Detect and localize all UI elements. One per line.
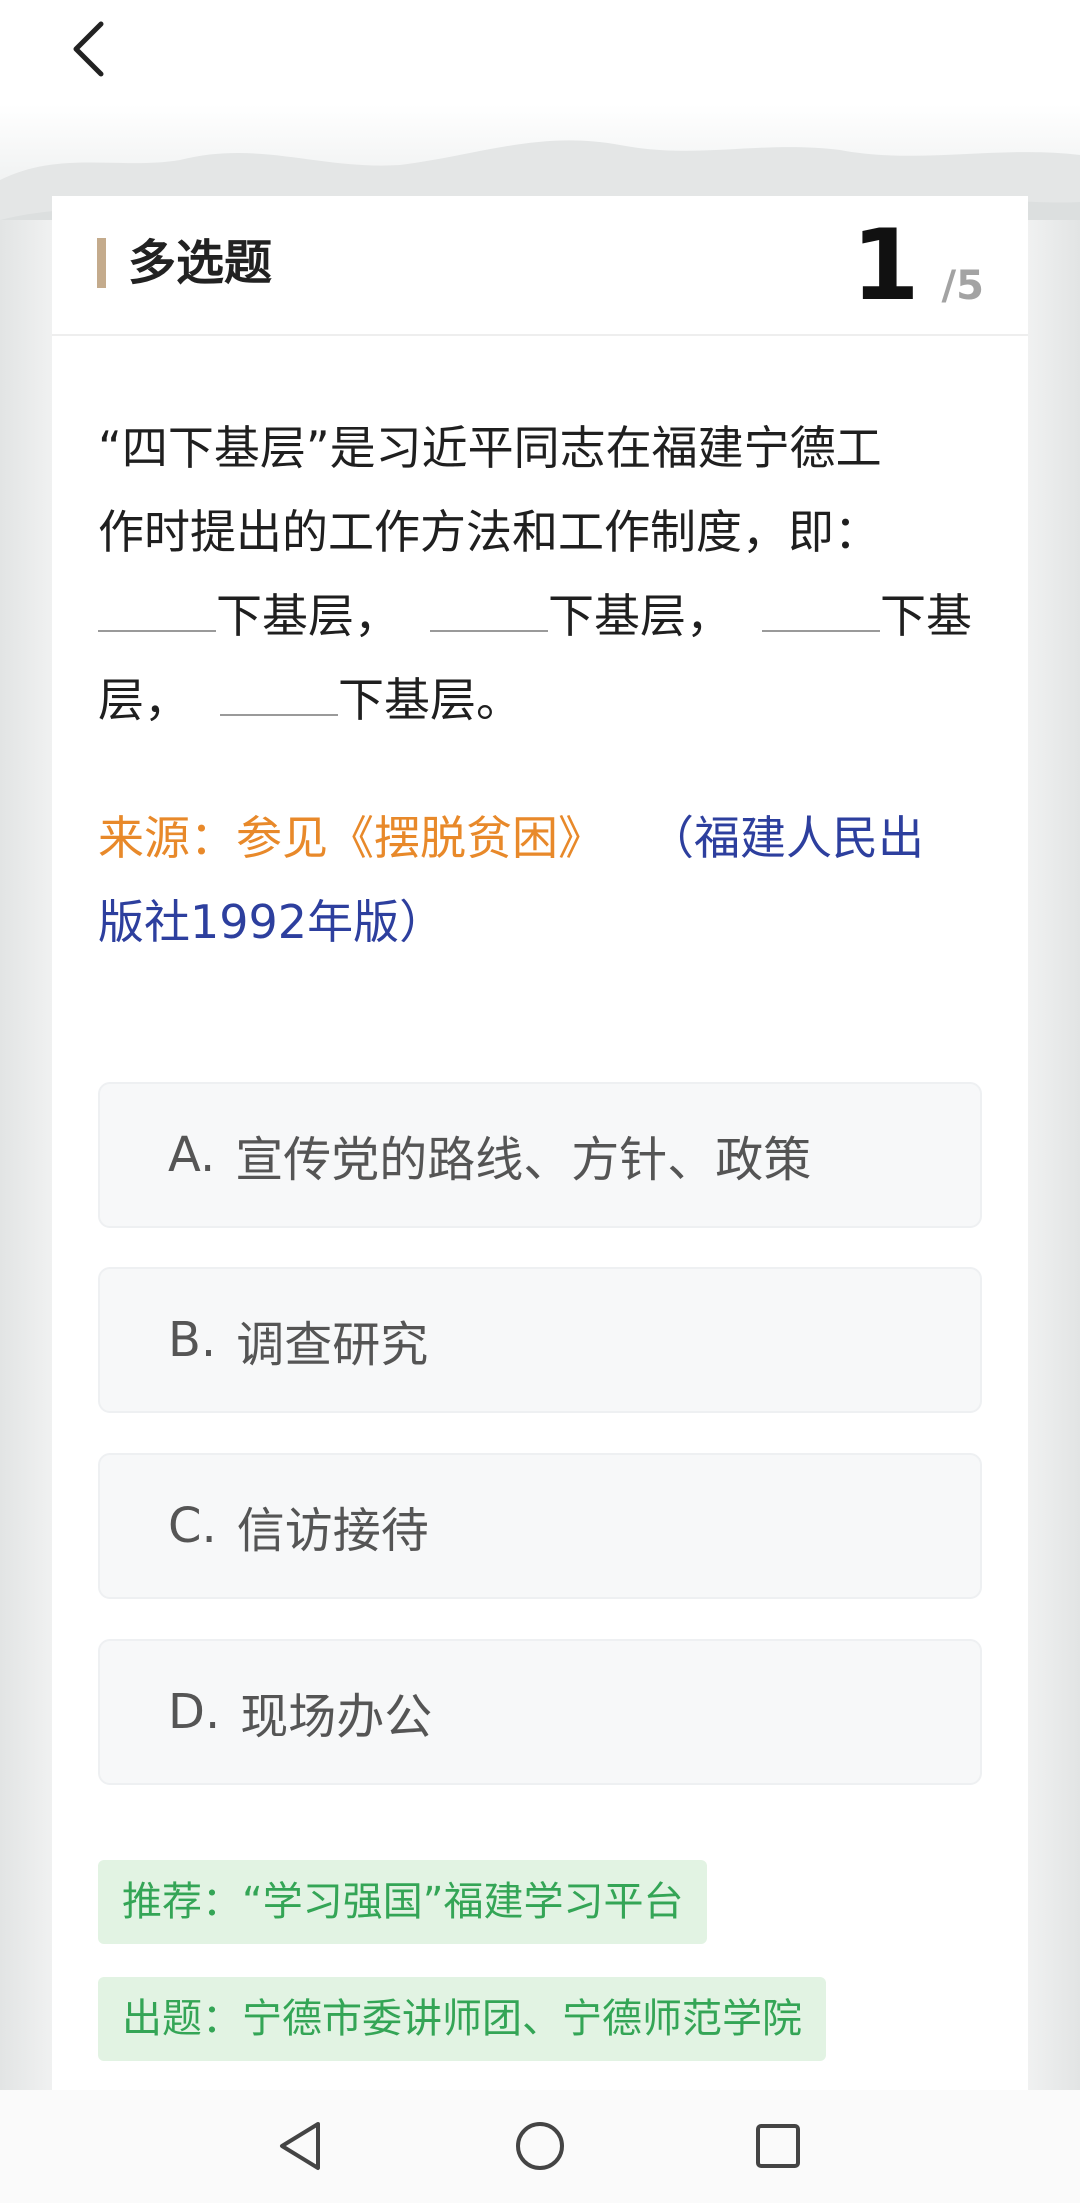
answer-blank: [98, 576, 216, 632]
option-text: 现场办公: [240, 1689, 433, 1745]
source-label: 来源：参见《摆脱贫困》: [98, 811, 604, 865]
nav-back-button[interactable]: [264, 2110, 336, 2182]
option-b[interactable]: B. 调查研究: [98, 1267, 982, 1413]
option-d[interactable]: D. 现场办公: [98, 1639, 982, 1785]
option-key: A.: [168, 1127, 216, 1183]
answer-blank: [762, 576, 880, 632]
answer-blank: [430, 576, 548, 632]
question-text: “四下基层”是习近平同志在福建宁德工 作时提出的工作方法和工作制度，即： 下基层…: [98, 406, 983, 742]
option-key: B.: [168, 1312, 217, 1368]
option-a[interactable]: A. 宣传党的路线、方针、政策: [98, 1082, 982, 1228]
back-button[interactable]: [58, 14, 118, 84]
option-c[interactable]: C. 信访接待: [98, 1453, 982, 1599]
nav-home-button[interactable]: [504, 2110, 576, 2182]
question-line: “四下基层”是习近平同志在福建宁德工: [98, 421, 882, 475]
question-source: 来源：参见《摆脱贫困》 （福建人民出 版社1992年版）: [98, 796, 988, 964]
total-questions: /5: [941, 263, 984, 309]
answer-blank: [220, 660, 338, 716]
back-triangle-icon: [280, 2122, 320, 2170]
option-key: D.: [168, 1684, 221, 1740]
home-circle-icon: [516, 2122, 564, 2170]
question-line: 下基层， 下基层， 下基: [98, 574, 983, 658]
card-header: 多选题 1 /5: [52, 196, 1028, 336]
option-key: C.: [168, 1498, 217, 1554]
chevron-left-icon: [73, 21, 104, 77]
current-question-number: 1: [851, 209, 920, 323]
accent-bar: [97, 238, 106, 288]
option-text: 信访接待: [236, 1503, 429, 1559]
left-side-decoration: [0, 220, 52, 2090]
source-publisher: （福建人民出: [648, 811, 924, 865]
recommend-tag: 推荐：“学习强国”福建学习平台: [98, 1860, 708, 1944]
question-line: 作时提出的工作方法和工作制度，即：: [98, 505, 880, 559]
question-card: 多选题 1 /5 “四下基层”是习近平同志在福建宁德工 作时提出的工作方法和工作…: [52, 196, 1028, 2090]
question-type-label: 多选题: [128, 235, 273, 291]
option-text: 调查研究: [236, 1317, 429, 1373]
source-publisher-continued: 版社1992年版）: [98, 895, 446, 949]
question-counter: 1 /5: [851, 216, 984, 316]
question-line: 层， 下基层。: [98, 658, 983, 742]
right-side-decoration: [1028, 220, 1080, 2090]
nav-recents-button[interactable]: [742, 2110, 814, 2182]
system-navigation-bar: [0, 2090, 1080, 2203]
author-tag: 出题：宁德市委讲师团、宁德师范学院: [98, 1977, 826, 2061]
option-text: 宣传党的路线、方针、政策: [235, 1132, 812, 1188]
recents-square-icon: [756, 2124, 800, 2168]
